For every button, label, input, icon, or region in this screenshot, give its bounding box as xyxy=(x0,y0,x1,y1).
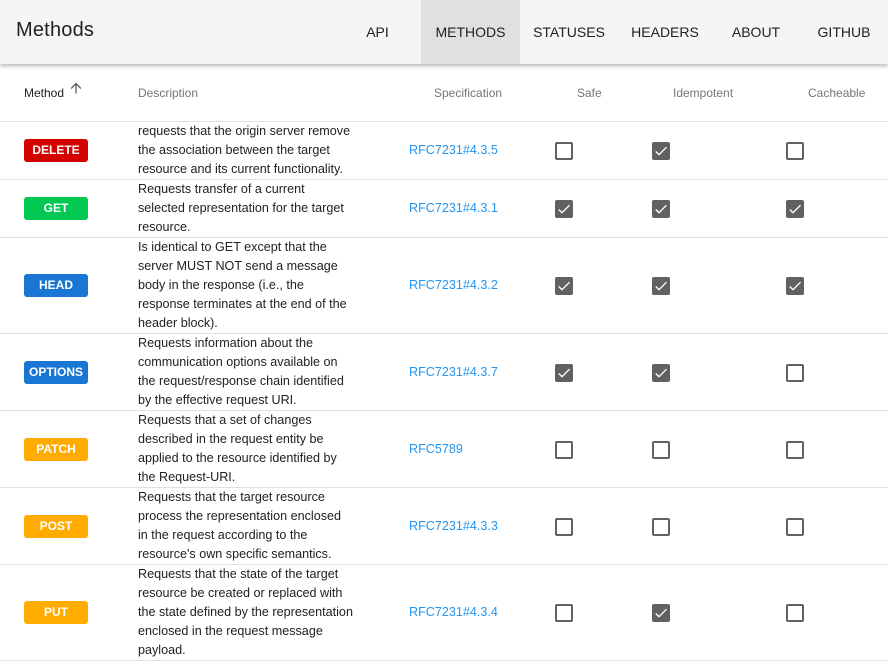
column-header-description: Description xyxy=(138,86,199,100)
specification-link[interactable]: RFC7231#4.3.2 xyxy=(409,278,498,292)
idempotent-checkbox[interactable] xyxy=(652,604,670,622)
nav-tab-methods[interactable]: METHODS xyxy=(421,0,520,64)
checkmark-icon xyxy=(655,368,667,378)
safe-checkbox[interactable] xyxy=(555,440,573,459)
checkmark-icon xyxy=(655,608,667,618)
column-header-safe: Safe xyxy=(577,86,602,100)
method-description: Requests transfer of a current selected … xyxy=(138,181,344,234)
idempotent-checkbox[interactable] xyxy=(652,277,670,295)
nav-tab-api[interactable]: API xyxy=(355,0,400,64)
method-description: Is identical to GET except that the serv… xyxy=(138,239,347,330)
method-badge-head: HEAD xyxy=(24,274,88,297)
checkmark-icon xyxy=(655,146,667,156)
safe-checkbox[interactable] xyxy=(555,200,573,218)
specification-link[interactable]: RFC7231#4.3.1 xyxy=(409,201,498,215)
specification-link[interactable]: RFC7231#4.3.4 xyxy=(409,605,498,619)
cacheable-checkbox[interactable] xyxy=(786,604,804,622)
table-row: OPTIONS Requests information about the c… xyxy=(0,334,888,411)
method-badge-get: GET xyxy=(24,197,88,220)
table-row: POST Requests that the target resource p… xyxy=(0,488,888,565)
idempotent-checkbox[interactable] xyxy=(652,200,670,218)
checkmark-icon xyxy=(558,281,570,291)
arrow-up-icon[interactable] xyxy=(68,80,84,96)
table-row: PUT Requests that the state of the targe… xyxy=(0,565,888,661)
specification-link[interactable]: RFC7231#4.3.5 xyxy=(409,143,498,157)
app-bar: Methods API METHODS STATUSES HEADERS ABO… xyxy=(0,0,888,64)
cacheable-checkbox[interactable] xyxy=(786,200,804,218)
method-badge-options: OPTIONS xyxy=(24,360,88,384)
method-description: Requests that the target resource proces… xyxy=(138,489,342,561)
column-header-idempotent: Idempotent xyxy=(673,86,734,100)
specification-link[interactable]: RFC7231#4.3.3 xyxy=(409,519,498,533)
method-badge-put: PUT xyxy=(24,601,88,624)
method-badge-patch: PATCH xyxy=(24,437,88,461)
cacheable-checkbox[interactable] xyxy=(786,277,804,295)
nav-tab-about[interactable]: ABOUT xyxy=(726,0,786,64)
checkmark-icon xyxy=(558,368,570,378)
checkmark-icon xyxy=(655,281,667,291)
safe-checkbox[interactable] xyxy=(555,517,573,536)
safe-checkbox[interactable] xyxy=(555,604,573,622)
idempotent-checkbox[interactable] xyxy=(652,440,670,459)
nav-tab-github[interactable]: GITHUB xyxy=(812,0,876,64)
specification-link[interactable]: RFC5789 xyxy=(409,442,463,456)
specification-link[interactable]: RFC7231#4.3.7 xyxy=(409,365,498,379)
table-row: DELETE requests that the origin server r… xyxy=(0,122,888,180)
idempotent-checkbox[interactable] xyxy=(652,142,670,160)
cacheable-checkbox[interactable] xyxy=(786,142,804,160)
table-row: HEAD Is identical to GET except that the… xyxy=(0,238,888,334)
checkmark-icon xyxy=(789,281,801,291)
nav-tab-statuses[interactable]: STATUSES xyxy=(528,0,610,64)
idempotent-checkbox[interactable] xyxy=(652,517,670,536)
checkmark-icon xyxy=(558,204,570,214)
nav-tab-headers[interactable]: HEADERS xyxy=(628,0,702,64)
cacheable-checkbox[interactable] xyxy=(786,517,804,536)
safe-checkbox[interactable] xyxy=(555,142,573,160)
idempotent-checkbox[interactable] xyxy=(652,363,670,382)
table-header: Method Description Specification Safe Id… xyxy=(0,64,888,122)
method-description: Requests that a set of changes described… xyxy=(138,412,337,484)
checkmark-icon xyxy=(789,204,801,214)
safe-checkbox[interactable] xyxy=(555,363,573,382)
method-badge-delete: DELETE xyxy=(24,139,88,162)
table-row: GET Requests transfer of a current selec… xyxy=(0,180,888,238)
cacheable-checkbox[interactable] xyxy=(786,440,804,459)
checkmark-icon xyxy=(655,204,667,214)
methods-table: Method Description Specification Safe Id… xyxy=(0,64,888,666)
column-header-specification: Specification xyxy=(434,86,503,100)
method-description: Requests information about the communica… xyxy=(138,335,344,407)
column-header-method[interactable]: Method xyxy=(24,86,64,100)
cacheable-checkbox[interactable] xyxy=(786,363,804,382)
method-badge-post: POST xyxy=(24,514,88,538)
safe-checkbox[interactable] xyxy=(555,277,573,295)
method-description: Requests that the state of the target re… xyxy=(138,566,353,657)
app-title: Methods xyxy=(16,19,95,41)
method-description: requests that the origin server remove t… xyxy=(138,123,351,176)
table-row: PATCH Requests that a set of changes des… xyxy=(0,411,888,488)
column-header-cacheable: Cacheable xyxy=(808,86,866,100)
